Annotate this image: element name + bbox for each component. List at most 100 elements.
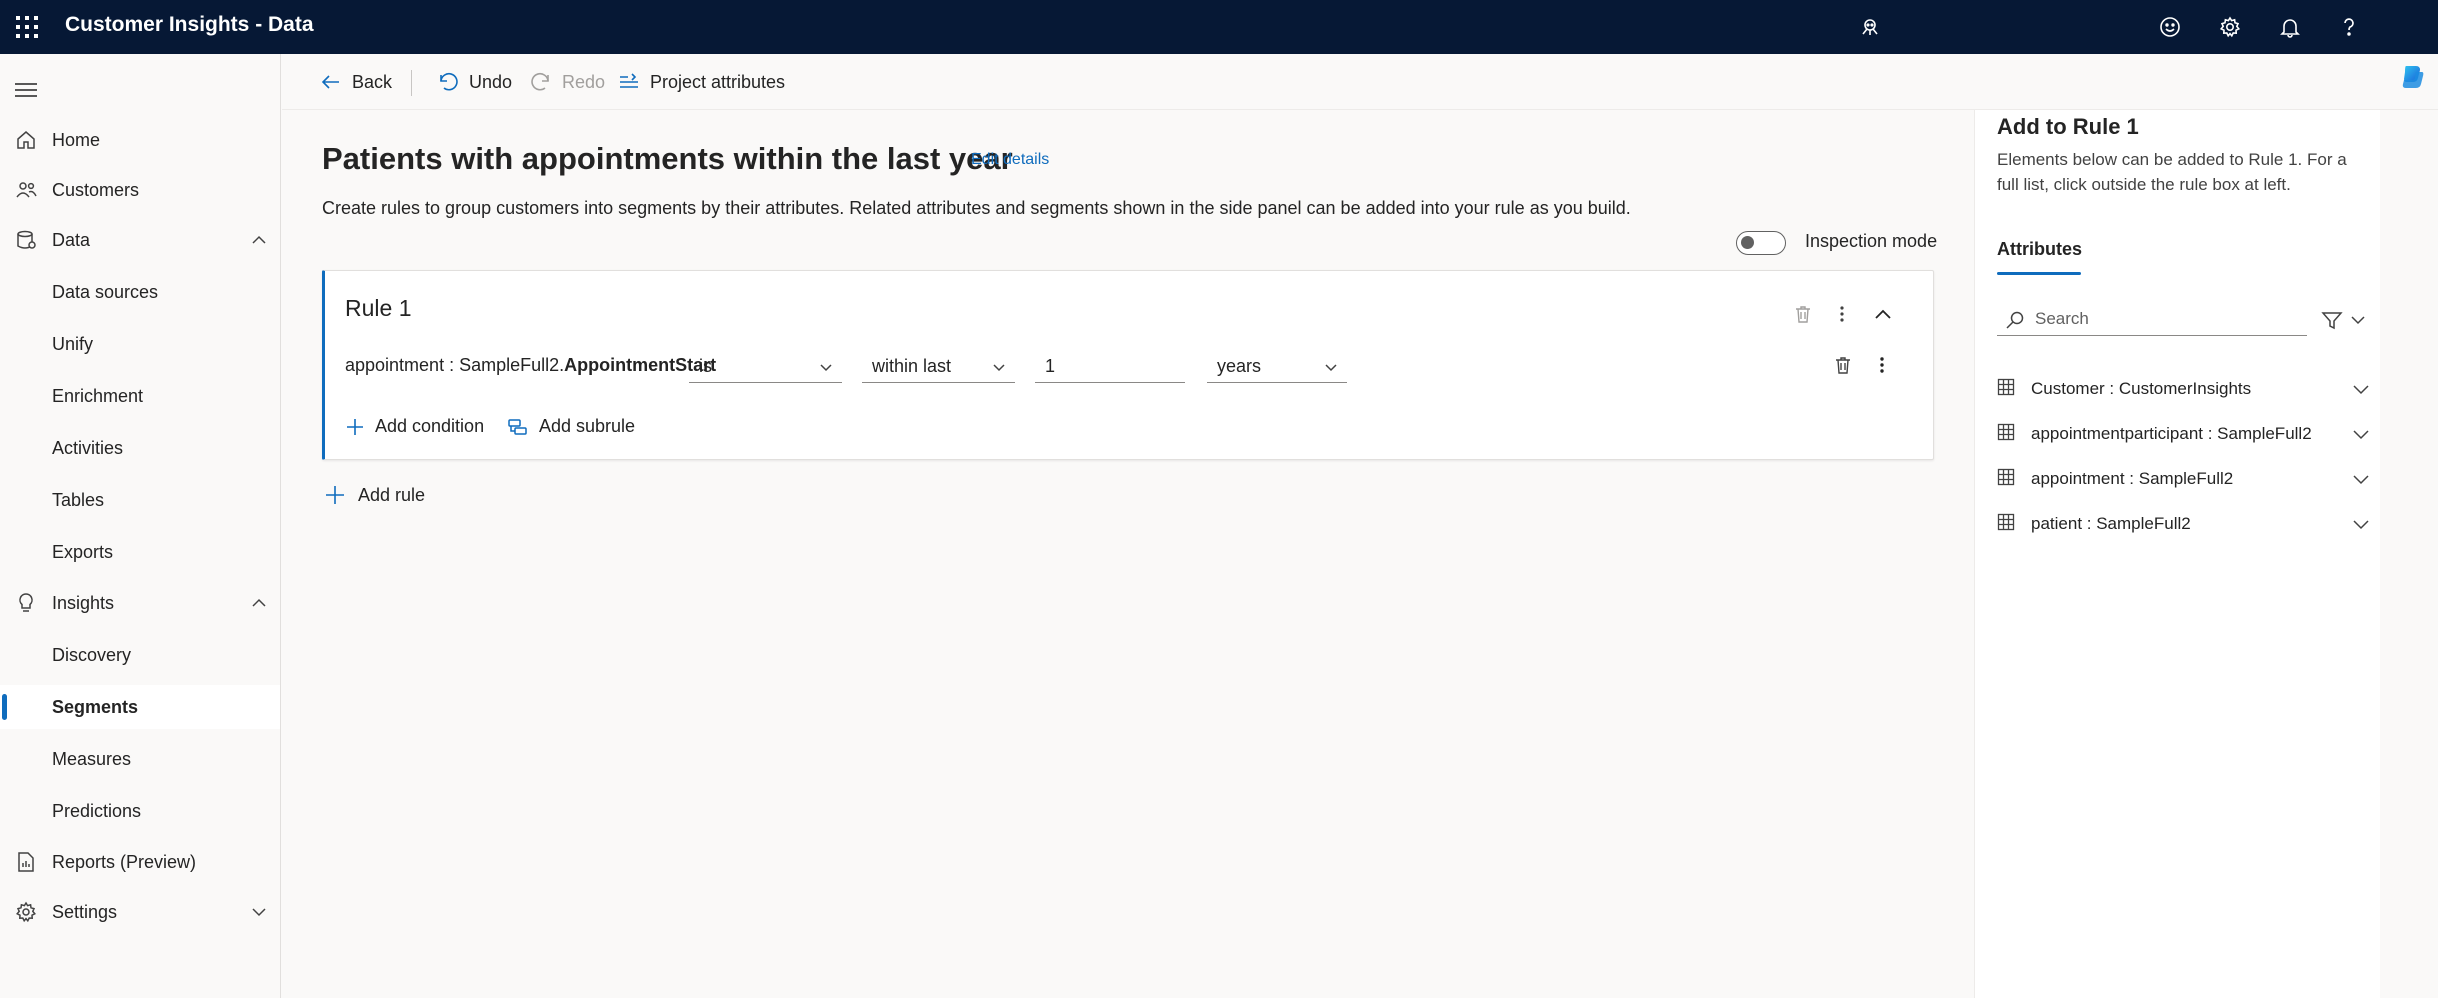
collapse-rule-button[interactable] xyxy=(1869,300,1897,328)
nav-item-settings[interactable]: Settings xyxy=(0,890,280,934)
more-vertical-icon xyxy=(1880,357,1884,373)
delete-condition-button[interactable] xyxy=(1829,351,1857,379)
project-attributes-button[interactable]: Project attributes xyxy=(618,68,785,96)
left-navigation: Home Customers Data Data sources Unify E… xyxy=(0,54,281,998)
range-dropdown[interactable]: within last xyxy=(862,349,1015,383)
page-description: Create rules to group customers into seg… xyxy=(322,198,1631,218)
nav-item-discovery[interactable]: Discovery xyxy=(0,633,280,677)
command-bar: Back Undo Redo Project attributes xyxy=(282,54,2438,110)
table-icon xyxy=(1997,423,2015,441)
waffle-icon[interactable] xyxy=(14,14,40,40)
nav-item-reports[interactable]: Reports (Preview) xyxy=(0,840,280,884)
app-title: Customer Insights - Data xyxy=(65,13,314,36)
subrule-icon xyxy=(508,418,527,435)
undo-icon xyxy=(440,72,458,91)
command-separator xyxy=(411,70,412,96)
people-icon xyxy=(15,179,37,201)
plus-icon xyxy=(347,418,363,435)
gear-icon xyxy=(15,901,37,923)
condition-more-button[interactable] xyxy=(1868,351,1896,379)
panel-title: Add to Rule 1 xyxy=(1997,114,2139,139)
chevron-down-icon xyxy=(250,903,268,921)
nav-item-exports[interactable]: Exports xyxy=(0,530,280,574)
value-input[interactable]: 1 xyxy=(1035,349,1185,383)
search-input[interactable] xyxy=(2035,306,2295,332)
inspection-mode-toggle[interactable] xyxy=(1736,231,1786,255)
redo-button[interactable]: Redo xyxy=(530,68,605,96)
panel-description: Elements below can be added to Rule 1. F… xyxy=(1997,150,2347,194)
nav-item-activities[interactable]: Activities xyxy=(0,426,280,470)
search-icon xyxy=(2006,311,2024,329)
more-vertical-icon xyxy=(1840,306,1844,322)
chevron-down-icon xyxy=(993,364,1005,372)
chevron-down-icon xyxy=(1325,364,1337,372)
delete-rule-button[interactable] xyxy=(1789,300,1817,328)
segment-builder: Patients with appointments within the la… xyxy=(282,110,1974,998)
feedback-smiley-icon[interactable] xyxy=(2155,12,2185,42)
home-icon xyxy=(15,129,37,151)
filter-button[interactable] xyxy=(2321,308,2371,332)
nav-item-segments[interactable]: Segments xyxy=(0,685,280,729)
condition-attribute[interactable]: appointment : SampleFull2.AppointmentSta… xyxy=(345,355,716,376)
nav-item-data-sources[interactable]: Data sources xyxy=(0,270,280,314)
table-icon xyxy=(1997,513,2015,531)
chevron-down-icon xyxy=(2351,424,2371,444)
nav-item-measures[interactable]: Measures xyxy=(0,737,280,781)
chevron-up-icon xyxy=(1875,309,1891,319)
nav-item-home[interactable]: Home xyxy=(0,118,280,162)
lightbulb-icon xyxy=(15,592,37,614)
chevron-up-icon xyxy=(250,594,268,612)
operator-dropdown[interactable]: is xyxy=(689,349,842,383)
attribute-group-patient[interactable]: patient : SampleFull2 xyxy=(1995,503,2371,543)
rule-more-button[interactable] xyxy=(1828,300,1856,328)
tab-attributes[interactable]: Attributes xyxy=(1997,239,2082,260)
nav-item-tables[interactable]: Tables xyxy=(0,478,280,522)
add-to-rule-panel: Add to Rule 1 Elements below can be adde… xyxy=(1974,110,2380,998)
nav-item-data[interactable]: Data xyxy=(0,218,280,262)
page-title: Patients with appointments within the la… xyxy=(322,141,1013,176)
table-icon xyxy=(1997,378,2015,396)
attribute-search xyxy=(1997,302,2307,336)
assistant-icon[interactable] xyxy=(1855,12,1885,42)
edit-details-link[interactable]: Edit details xyxy=(971,151,1049,169)
attribute-group-appointment[interactable]: appointment : SampleFull2 xyxy=(1995,458,2371,498)
back-button[interactable]: Back xyxy=(320,68,392,96)
rule-card[interactable]: Rule 1 appointment : SampleFull2.Appoint… xyxy=(322,270,1934,460)
top-bar: Customer Insights - Data xyxy=(0,0,2438,54)
nav-item-enrichment[interactable]: Enrichment xyxy=(0,374,280,418)
project-attributes-icon xyxy=(620,73,638,88)
chevron-down-icon xyxy=(2351,316,2365,325)
nav-item-unify[interactable]: Unify xyxy=(0,322,280,366)
add-subrule-button[interactable]: Add subrule xyxy=(507,416,635,437)
copilot-icon[interactable] xyxy=(2396,62,2426,92)
add-condition-button[interactable]: Add condition xyxy=(345,416,484,437)
nav-item-customers[interactable]: Customers xyxy=(0,168,280,212)
tab-selected-indicator xyxy=(1997,272,2081,275)
gear-icon[interactable] xyxy=(2215,12,2245,42)
trash-icon xyxy=(1836,357,1850,374)
help-icon[interactable] xyxy=(2334,12,2364,42)
report-icon xyxy=(15,851,37,873)
hamburger-menu-icon[interactable] xyxy=(12,76,40,104)
redo-icon xyxy=(531,72,549,91)
undo-button[interactable]: Undo xyxy=(437,68,512,96)
filter-icon xyxy=(2321,312,2343,330)
add-rule-button[interactable]: Add rule xyxy=(324,484,425,506)
chevron-down-icon xyxy=(2351,514,2371,534)
plus-icon xyxy=(326,486,344,504)
database-icon xyxy=(15,229,37,251)
trash-icon xyxy=(1796,306,1810,323)
rule-title: Rule 1 xyxy=(345,295,412,321)
attribute-group-appointmentparticipant[interactable]: appointmentparticipant : SampleFull2 xyxy=(1995,413,2371,453)
chevron-down-icon xyxy=(820,364,832,372)
chevron-down-icon xyxy=(2351,379,2371,399)
inspection-mode-label: Inspection mode xyxy=(1805,231,1938,251)
nav-item-predictions[interactable]: Predictions xyxy=(0,789,280,833)
chevron-up-icon xyxy=(250,231,268,249)
attribute-group-customer[interactable]: Customer : CustomerInsights xyxy=(1995,368,2371,408)
bell-icon[interactable] xyxy=(2275,12,2305,42)
chevron-down-icon xyxy=(2351,469,2371,489)
unit-dropdown[interactable]: years xyxy=(1207,349,1347,383)
table-icon xyxy=(1997,468,2015,486)
nav-item-insights[interactable]: Insights xyxy=(0,581,280,625)
